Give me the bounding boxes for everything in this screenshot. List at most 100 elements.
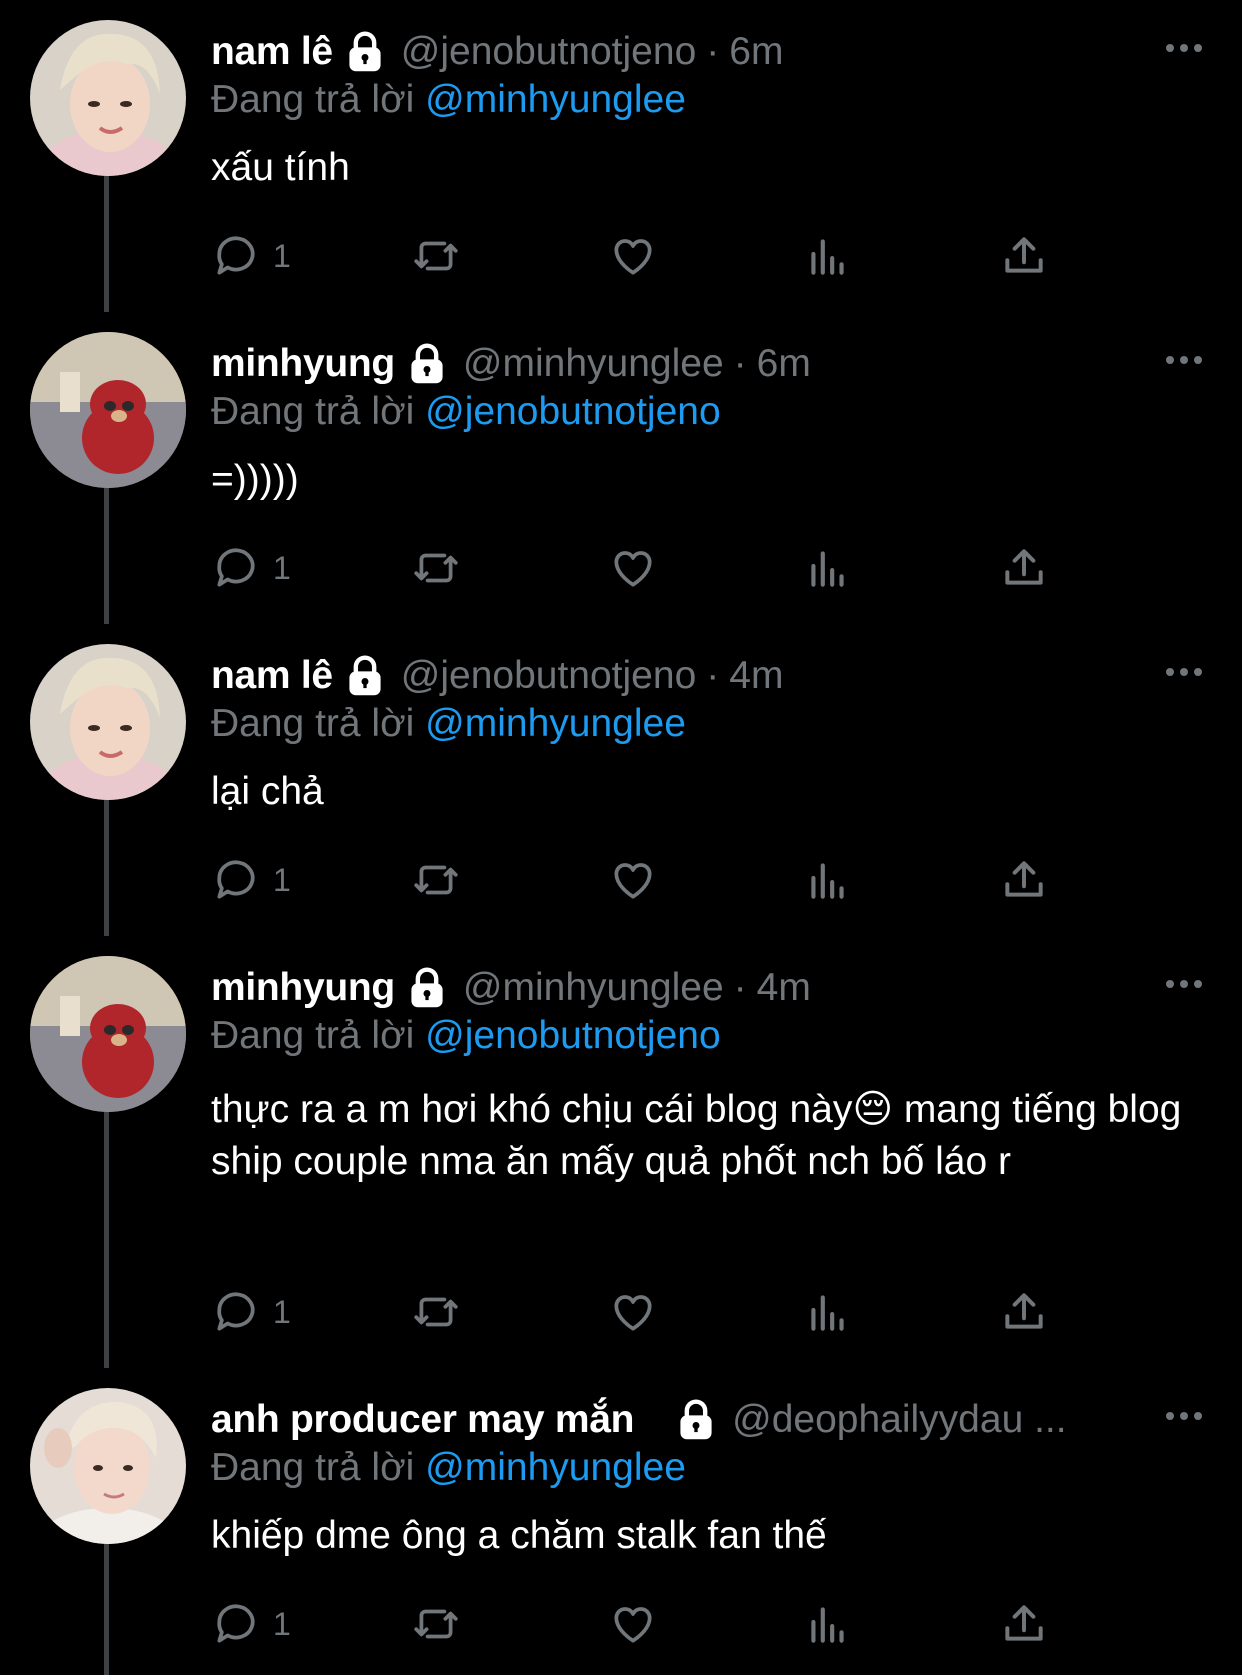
views-button[interactable] bbox=[803, 852, 853, 908]
like-button[interactable] bbox=[608, 1596, 658, 1652]
reply-thread: nam lê @jenobutnotjeno · 6m Đang trả lời… bbox=[0, 0, 1242, 1675]
thread-line bbox=[104, 800, 109, 936]
timestamp[interactable]: 6m bbox=[729, 24, 783, 80]
retweet-button[interactable] bbox=[411, 852, 461, 908]
avatar[interactable] bbox=[30, 644, 186, 800]
tweet-header: minhyung @minhyunglee · 4m bbox=[211, 960, 1122, 1016]
share-button[interactable] bbox=[999, 540, 1049, 596]
more-options-icon[interactable] bbox=[1164, 352, 1204, 368]
more-options-icon[interactable] bbox=[1164, 664, 1204, 680]
lock-icon bbox=[411, 343, 443, 384]
reply-icon bbox=[217, 236, 255, 275]
views-button[interactable] bbox=[803, 1284, 853, 1340]
views-button[interactable] bbox=[803, 540, 853, 596]
share-button[interactable] bbox=[999, 1596, 1049, 1652]
handle[interactable]: @jenobutnotjeno bbox=[401, 24, 697, 80]
timestamp[interactable]: 4m bbox=[729, 648, 783, 704]
display-name[interactable]: nam lê bbox=[211, 24, 333, 80]
reply-button[interactable]: 1 bbox=[211, 852, 291, 908]
retweet-icon bbox=[414, 1609, 458, 1639]
replying-to-link[interactable]: @jenobutnotjeno bbox=[425, 1014, 721, 1057]
replying-to-label: Đang trả lời bbox=[211, 702, 415, 745]
tweet-header: nam lê @jenobutnotjeno · 4m bbox=[211, 648, 1122, 704]
like-icon bbox=[614, 1295, 652, 1331]
display-name[interactable]: anh producer may mắn bbox=[211, 1392, 634, 1448]
action-bar: 1 bbox=[211, 540, 1111, 596]
like-button[interactable] bbox=[608, 228, 658, 284]
avatar[interactable] bbox=[30, 332, 186, 488]
reply-icon bbox=[217, 860, 255, 899]
views-icon bbox=[811, 551, 844, 587]
timestamp[interactable]: 4m bbox=[757, 960, 811, 1016]
lock-icon bbox=[411, 967, 443, 1008]
views-button[interactable] bbox=[803, 1596, 853, 1652]
views-icon bbox=[811, 1295, 844, 1331]
replying-to-link[interactable]: @minhyunglee bbox=[425, 1446, 686, 1489]
more-options-icon[interactable] bbox=[1164, 976, 1204, 992]
action-bar: 1 bbox=[211, 852, 1111, 908]
separator: · bbox=[733, 966, 747, 1009]
tweet[interactable]: minhyung @minhyunglee · 6m Đang trả lời … bbox=[0, 312, 1242, 624]
avatar[interactable] bbox=[30, 1388, 186, 1544]
retweet-icon bbox=[414, 865, 458, 895]
reply-count: 1 bbox=[273, 1605, 291, 1642]
replying-to-link[interactable]: @minhyunglee bbox=[425, 78, 686, 121]
reply-button[interactable]: 1 bbox=[211, 540, 291, 596]
replying-to: Đang trả lời @minhyunglee bbox=[211, 698, 686, 750]
replying-to-label: Đang trả lời bbox=[211, 390, 415, 433]
display-name[interactable]: minhyung bbox=[211, 960, 395, 1016]
handle[interactable]: @minhyunglee bbox=[463, 960, 724, 1016]
share-button[interactable] bbox=[999, 852, 1049, 908]
lock-icon bbox=[349, 31, 381, 72]
share-button[interactable] bbox=[999, 228, 1049, 284]
like-icon bbox=[614, 863, 652, 899]
thread-line bbox=[104, 176, 109, 312]
share-button[interactable] bbox=[999, 1284, 1049, 1340]
tweet[interactable]: nam lê @jenobutnotjeno · 6m Đang trả lời… bbox=[0, 0, 1242, 312]
tweet[interactable]: anh producer may mắn @deophailyydau ... … bbox=[0, 1368, 1242, 1675]
tweet[interactable]: minhyung @minhyunglee · 4m Đang trả lời … bbox=[0, 936, 1242, 1368]
share-icon bbox=[1005, 1293, 1043, 1329]
more-options-icon[interactable] bbox=[1164, 1408, 1204, 1424]
reply-icon bbox=[217, 1604, 255, 1643]
share-icon bbox=[1005, 237, 1043, 273]
action-bar: 1 bbox=[211, 1596, 1111, 1652]
separator: · bbox=[706, 654, 720, 697]
display-name[interactable]: minhyung bbox=[211, 336, 395, 392]
replying-to-link[interactable]: @minhyunglee bbox=[425, 702, 686, 745]
replying-to: Đang trả lời @minhyunglee bbox=[211, 74, 686, 126]
avatar[interactable] bbox=[30, 956, 186, 1112]
like-button[interactable] bbox=[608, 1284, 658, 1340]
tweet-header: nam lê @jenobutnotjeno · 6m bbox=[211, 24, 1122, 80]
retweet-button[interactable] bbox=[411, 1284, 461, 1340]
replying-to-label: Đang trả lời bbox=[211, 1014, 415, 1057]
reply-button[interactable]: 1 bbox=[211, 1596, 291, 1652]
retweet-button[interactable] bbox=[411, 1596, 461, 1652]
like-icon bbox=[614, 1607, 652, 1643]
reply-count: 1 bbox=[273, 861, 291, 898]
tweet-text: lại chả bbox=[211, 770, 324, 813]
handle[interactable]: @jenobutnotjeno bbox=[401, 648, 697, 704]
action-bar: 1 bbox=[211, 1284, 1111, 1340]
tweet[interactable]: nam lê @jenobutnotjeno · 4m Đang trả lời… bbox=[0, 624, 1242, 936]
reply-button[interactable]: 1 bbox=[211, 1284, 291, 1340]
handle[interactable]: @deophailyydau ... bbox=[732, 1392, 1066, 1448]
retweet-button[interactable] bbox=[411, 228, 461, 284]
like-button[interactable] bbox=[608, 540, 658, 596]
reply-count: 1 bbox=[273, 1293, 291, 1330]
handle[interactable]: @minhyunglee bbox=[463, 336, 724, 392]
lock-icon bbox=[349, 655, 381, 696]
more-options-icon[interactable] bbox=[1164, 40, 1204, 56]
replying-to-link[interactable]: @jenobutnotjeno bbox=[425, 390, 721, 433]
views-button[interactable] bbox=[803, 228, 853, 284]
thread-line bbox=[104, 1112, 109, 1368]
like-button[interactable] bbox=[608, 852, 658, 908]
views-icon bbox=[811, 863, 844, 899]
replying-to-label: Đang trả lời bbox=[211, 78, 415, 121]
tweet-header: minhyung @minhyunglee · 6m bbox=[211, 336, 1122, 392]
retweet-button[interactable] bbox=[411, 540, 461, 596]
timestamp[interactable]: 6m bbox=[757, 336, 811, 392]
avatar[interactable] bbox=[30, 20, 186, 176]
reply-button[interactable]: 1 bbox=[211, 228, 291, 284]
display-name[interactable]: nam lê bbox=[211, 648, 333, 704]
